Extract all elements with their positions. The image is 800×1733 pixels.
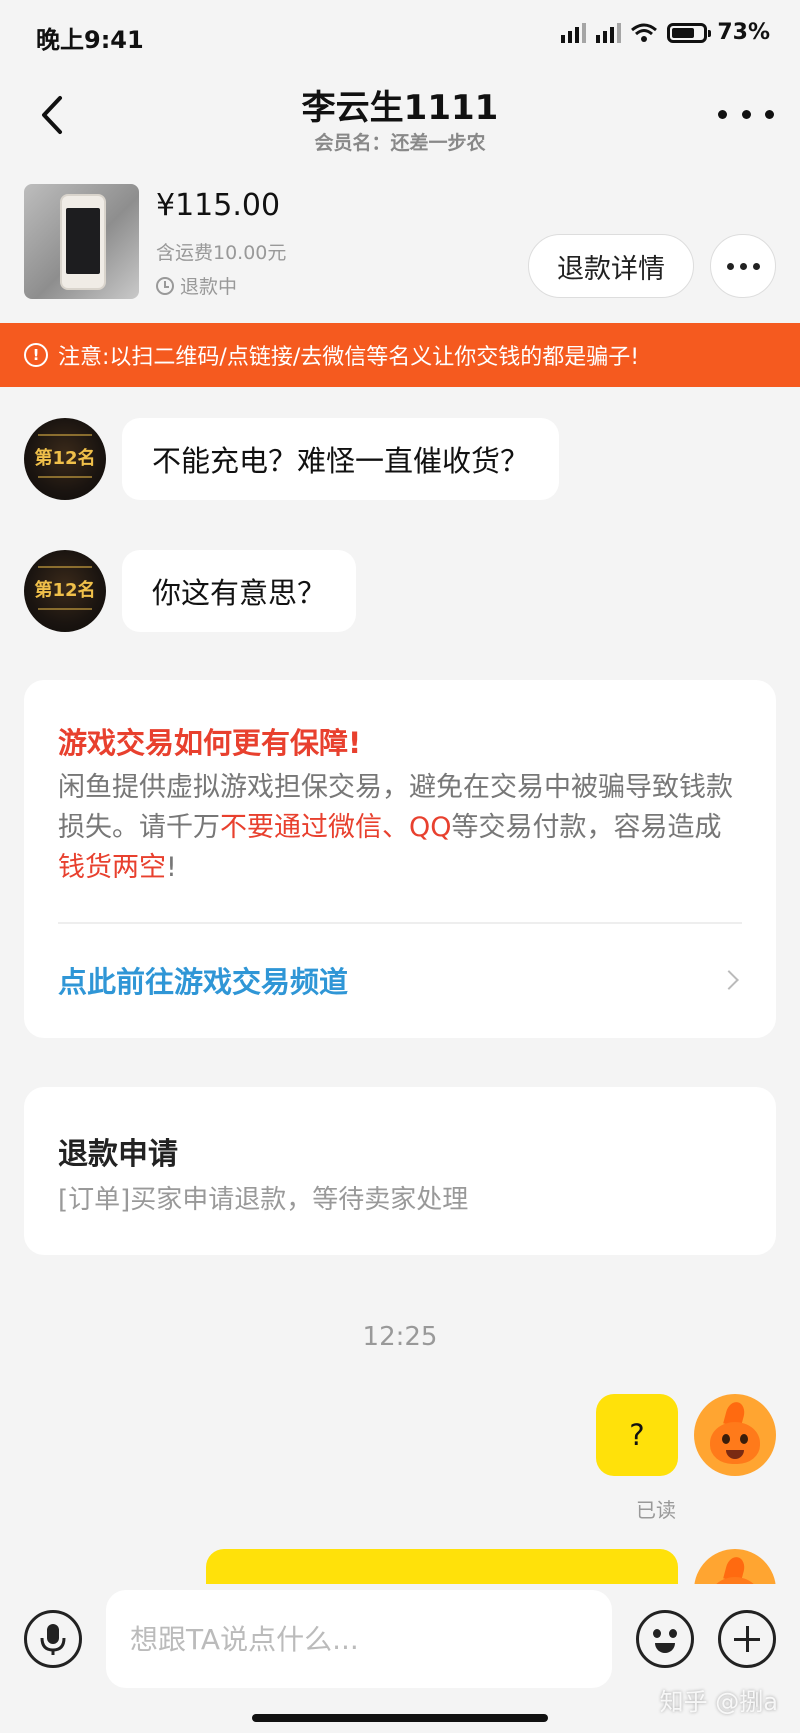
refund-detail-button[interactable]: 退款详情: [528, 234, 694, 298]
wifi-icon: [631, 23, 658, 42]
message-incoming: 第12名 不能充电？难怪一直催收货？: [24, 418, 560, 500]
microphone-icon: [40, 1624, 66, 1655]
product-thumbnail[interactable]: [24, 184, 139, 299]
order-status-text: 退款中: [180, 276, 238, 298]
warning-text: 注意:以扫二维码/点链接/去微信等名义让你交钱的都是骗子!: [58, 345, 640, 370]
game-trade-channel-link[interactable]: 点此前往游戏交易频道: [58, 940, 746, 1020]
chat-title: 李云生1111: [301, 88, 499, 128]
order-status: 退款中: [156, 272, 237, 299]
message-bubble[interactable]: 你这有意思？: [122, 550, 357, 632]
avatar[interactable]: 第12名: [24, 418, 106, 500]
signal-icon-2: [596, 22, 622, 43]
message-bubble[interactable]: 不能充电？难怪一直催收货？: [122, 418, 560, 500]
more-dot-icon: [765, 109, 774, 119]
clock-icon: [156, 276, 174, 295]
link-text: 点此前往游戏交易频道: [58, 965, 349, 999]
fraud-warning-banner: ! 注意:以扫二维码/点链接/去微信等名义让你交钱的都是骗子!: [0, 323, 800, 387]
more-dot-icon: [752, 262, 760, 270]
divider: [58, 922, 742, 924]
status-bar: 晚上9:41 73%: [0, 0, 800, 72]
more-options-button[interactable]: [718, 94, 774, 134]
message-incoming: 第12名 你这有意思？: [24, 550, 357, 632]
refund-request-card[interactable]: 退款申请 [订单]买家申请退款，等待卖家处理: [24, 1087, 776, 1255]
message-timestamp: 12:25: [362, 1322, 438, 1352]
guarantee-text: !: [166, 852, 177, 883]
order-card: ¥115.00 含运费10.00元 退款中 退款详情: [0, 180, 800, 302]
alert-icon: !: [24, 343, 48, 367]
chevron-right-icon: [719, 970, 739, 990]
status-icons: 73%: [561, 20, 770, 45]
avatar[interactable]: [694, 1394, 776, 1476]
read-receipt: 已读: [636, 1498, 676, 1522]
phone-image: [60, 194, 106, 290]
add-attachment-button[interactable]: [718, 1610, 776, 1668]
battery-icon: [667, 22, 712, 43]
message-bubble[interactable]: ?: [596, 1394, 678, 1476]
emoji-icon-smile: [655, 1643, 675, 1653]
game-trade-guarantee-card: 游戏交易如何更有保障! 闲鱼提供虚拟游戏担保交易，避免在交易中被骗导致钱款损失。…: [24, 680, 776, 1038]
guarantee-title: 游戏交易如何更有保障!: [58, 726, 362, 760]
order-price: ¥115.00: [156, 188, 281, 223]
emoji-icon-eye: [669, 1629, 677, 1638]
refund-body: [订单]买家申请退款，等待卖家处理: [58, 1185, 469, 1215]
home-indicator[interactable]: [252, 1714, 548, 1722]
more-dot-icon: [741, 109, 751, 119]
more-dot-icon: [739, 262, 747, 270]
guarantee-highlight: 钱货两空: [58, 852, 166, 883]
more-dot-icon: [726, 262, 734, 270]
emoji-icon: [653, 1629, 661, 1638]
status-time: 晚上9:41: [36, 26, 144, 54]
message-input[interactable]: [106, 1590, 612, 1688]
more-dot-icon: [718, 109, 727, 119]
signal-icon: [561, 22, 587, 43]
avatar-badge: 第12名: [34, 580, 96, 601]
member-name: 会员名：还差一步农: [314, 132, 486, 154]
battery-percent: 73%: [717, 20, 770, 45]
guarantee-text: 等交易付款，容易造成: [451, 812, 722, 843]
guarantee-body: 闲鱼提供虚拟游戏担保交易，避免在交易中被骗导致钱款损失。请千万不要通过微信、QQ…: [58, 768, 748, 888]
order-shipping: 含运费10.00元: [156, 242, 287, 264]
zhihu-watermark: 知乎 @捌a: [659, 1688, 778, 1716]
avatar[interactable]: 第12名: [24, 550, 106, 632]
avatar-badge: 第12名: [34, 448, 96, 469]
voice-button[interactable]: [24, 1610, 82, 1668]
order-more-button[interactable]: [710, 234, 776, 298]
emoji-button[interactable]: [636, 1610, 694, 1668]
nav-bar: 李云生1111 会员名：还差一步农: [0, 72, 800, 172]
message-outgoing: ?: [596, 1394, 776, 1476]
input-bar: [0, 1584, 800, 1694]
guarantee-highlight: 不要通过微信、QQ: [220, 812, 452, 843]
refund-title: 退款申请: [58, 1137, 178, 1172]
